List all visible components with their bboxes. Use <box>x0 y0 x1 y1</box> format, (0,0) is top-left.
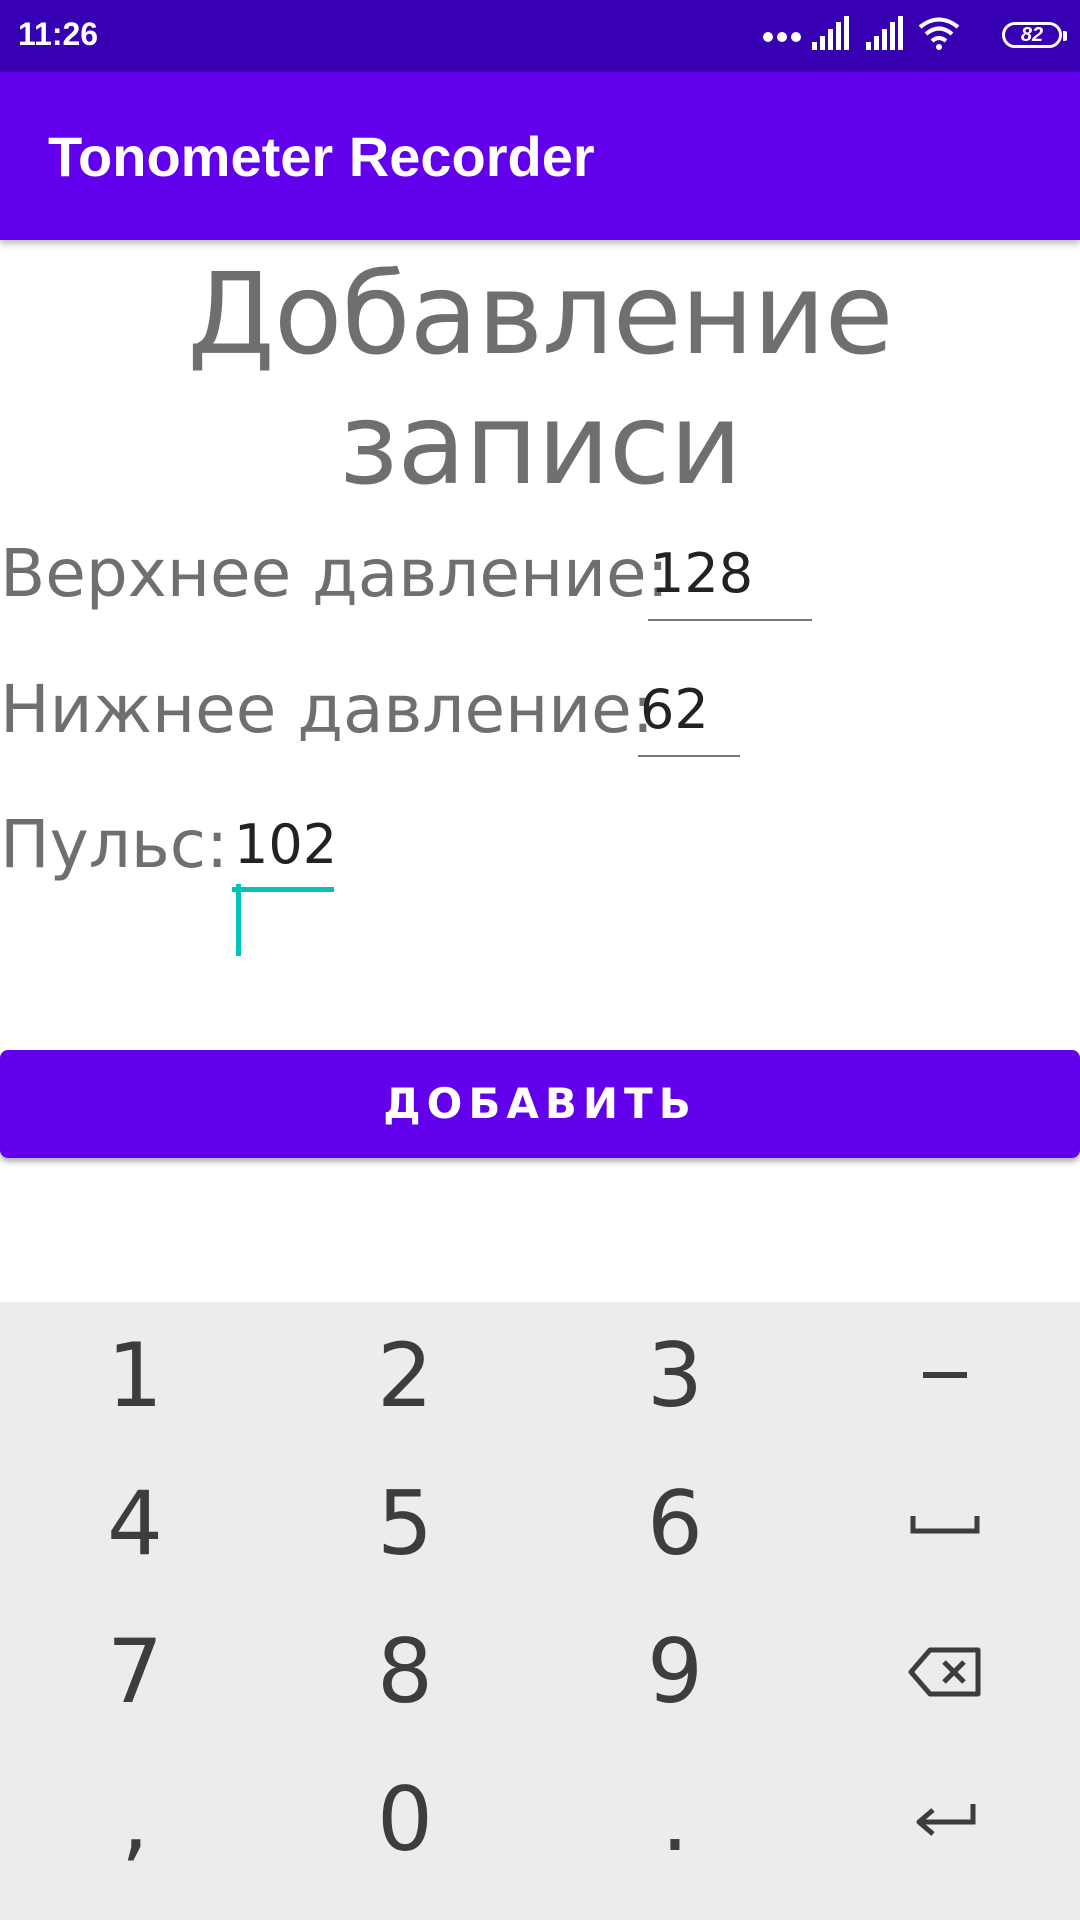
app-title: Tonometer Recorder <box>48 125 595 188</box>
upper-pressure-row: Верхнее давление: 128 <box>0 535 1080 625</box>
key-comma[interactable]: , <box>0 1746 270 1894</box>
status-time: 11:26 <box>18 16 99 52</box>
lower-pressure-input[interactable]: 62 <box>638 671 740 757</box>
key-5[interactable]: 5 <box>270 1450 540 1598</box>
key-2[interactable]: 2 <box>270 1302 540 1450</box>
upper-pressure-input[interactable]: 128 <box>648 535 812 621</box>
wifi-icon <box>918 17 960 50</box>
signal-icon-1 <box>812 16 849 50</box>
lower-pressure-row: Нижнее давление: 62 <box>0 671 1080 761</box>
minus-icon <box>923 1372 967 1378</box>
pulse-label: Пульс: <box>0 806 229 883</box>
more-dots-icon <box>763 32 801 42</box>
key-enter[interactable] <box>810 1746 1080 1894</box>
key-7[interactable]: 7 <box>0 1598 270 1746</box>
key-0[interactable]: 0 <box>270 1746 540 1894</box>
upper-pressure-label: Верхнее давление: <box>0 535 669 612</box>
pulse-input[interactable]: 102 <box>232 806 338 956</box>
key-backspace[interactable] <box>810 1598 1080 1746</box>
backspace-icon <box>908 1647 981 1697</box>
upper-pressure-value: 128 <box>650 542 754 605</box>
enter-icon <box>916 1804 976 1836</box>
numeric-keyboard: 1 2 3 4 5 6 7 8 9 , 0 . <box>0 1302 1080 1920</box>
lower-pressure-value: 62 <box>640 678 709 741</box>
pulse-row: Пульс: 102 <box>0 806 1080 956</box>
key-space[interactable] <box>810 1450 1080 1598</box>
app-bar: Tonometer Recorder <box>0 72 1080 240</box>
page-heading: Добавление записи <box>187 250 893 510</box>
key-9[interactable]: 9 <box>540 1598 810 1746</box>
key-minus[interactable] <box>810 1302 1080 1450</box>
key-3[interactable]: 3 <box>540 1302 810 1450</box>
text-cursor <box>236 884 241 956</box>
key-4[interactable]: 4 <box>0 1450 270 1598</box>
key-6[interactable]: 6 <box>540 1450 810 1598</box>
key-period[interactable]: . <box>540 1746 810 1894</box>
space-icon <box>910 1516 980 1534</box>
pulse-value: 102 <box>234 813 338 876</box>
add-button[interactable]: ДОБАВИТЬ <box>0 1050 1080 1158</box>
lower-pressure-label: Нижнее давление: <box>0 671 654 748</box>
screen: 11:26 82 Tonometer Recorder Добавление з… <box>0 0 1080 1920</box>
signal-icon-2 <box>866 16 903 50</box>
battery-indicator: 82 <box>1002 22 1067 48</box>
status-icons: 82 <box>762 16 1067 56</box>
key-1[interactable]: 1 <box>0 1302 270 1450</box>
status-bar: 11:26 82 <box>0 0 1080 72</box>
key-8[interactable]: 8 <box>270 1598 540 1746</box>
